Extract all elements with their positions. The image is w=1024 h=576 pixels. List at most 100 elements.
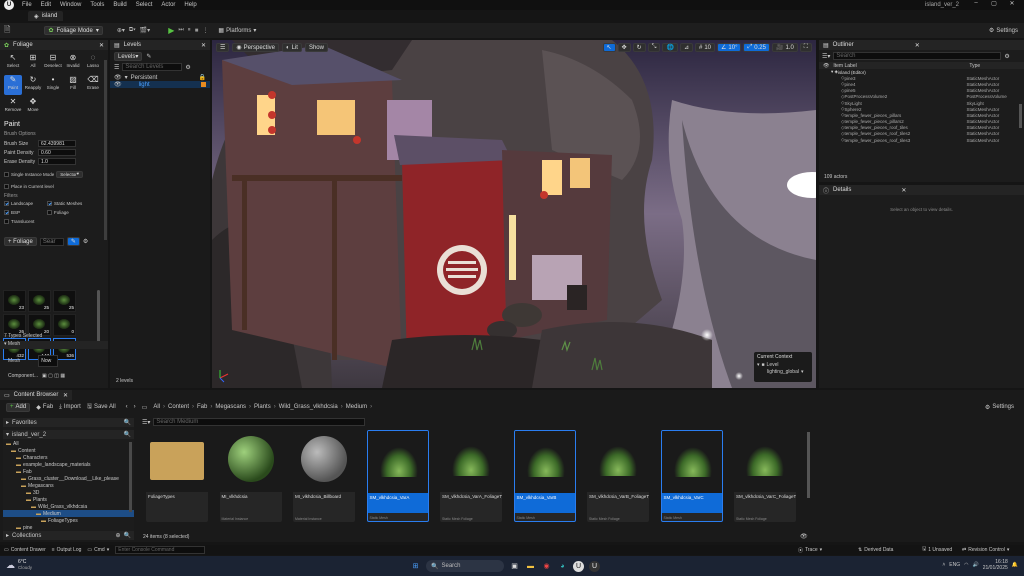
back-icon[interactable]: ‹: [126, 404, 128, 410]
foliage-type-tile[interactable]: 23: [3, 290, 26, 312]
maximize-viewport-icon[interactable]: ⛶: [799, 43, 812, 52]
grid-snap-button[interactable]: #10: [694, 43, 715, 52]
levels-settings-icon[interactable]: ⚙: [185, 64, 190, 71]
outliner-row[interactable]: ◇ temple_fewer_pieces_pillars2 StaticMesh…: [819, 119, 1024, 125]
edge-icon[interactable]: ◕: [557, 561, 568, 572]
outliner-row[interactable]: ◇ PostProcessVolume2 PostProcessVolume: [819, 94, 1024, 100]
asset-tile[interactable]: SM_vlkhdcsia_VarC Static Mesh: [660, 430, 723, 522]
folder-tree-item[interactable]: ▬ FoliageTypes: [3, 517, 134, 524]
taskbar-search[interactable]: 🔍 Search: [426, 560, 504, 572]
asset-search-input[interactable]: Search Medium: [153, 418, 366, 426]
menu-tools[interactable]: Tools: [90, 2, 104, 8]
project-tab[interactable]: ◈ island: [28, 11, 64, 21]
outliner-scrollbar[interactable]: [1019, 104, 1022, 128]
breadcrumb-item[interactable]: Fab: [197, 404, 207, 410]
tool-single[interactable]: • Single: [44, 75, 62, 95]
angle-snap-button[interactable]: ∠ 10°: [717, 43, 742, 52]
folder-tree-item[interactable]: ▬ Megascans: [3, 482, 134, 489]
breadcrumb-item[interactable]: Megascans: [215, 404, 246, 410]
folder-tree-item[interactable]: ▬ Medium: [3, 510, 134, 517]
add-button[interactable]: + Add: [6, 402, 31, 412]
menu-help[interactable]: Help: [184, 2, 196, 8]
stop-button[interactable]: ■: [195, 28, 199, 34]
favorites-search-icon[interactable]: 🔍: [124, 419, 131, 426]
foliage-tab[interactable]: ✿ Foliage ✕: [0, 40, 108, 50]
task-view-icon[interactable]: ▣: [509, 561, 520, 572]
browse-folder-icon[interactable]: ▭: [142, 404, 148, 411]
collections-header[interactable]: ▸ Collections ⊕ 🔍: [3, 531, 134, 540]
project-header[interactable]: ▾ island_ver_2 🔍: [3, 430, 134, 439]
save-icon[interactable]: 🗎: [4, 24, 10, 38]
breadcrumb-separator-icon[interactable]: ›: [192, 404, 194, 410]
output-log-button[interactable]: ≡ Output Log: [52, 547, 82, 553]
asset-filter-icon[interactable]: ☰▾: [142, 419, 150, 426]
levels-tab[interactable]: ▤ Levels ✕: [110, 40, 210, 50]
breadcrumb-item[interactable]: Medium: [346, 404, 367, 410]
close-cb-icon[interactable]: ✕: [63, 392, 68, 399]
folder-tree-item[interactable]: ▬ Grass_cluster__Download__Like_please: [3, 475, 134, 482]
outliner-filter-icon[interactable]: ☰▾: [822, 53, 830, 60]
collections-search-icon[interactable]: 🔍: [124, 532, 131, 539]
erase-density-field[interactable]: 1.0: [38, 158, 76, 165]
add-actor-icon[interactable]: ⊕▾: [117, 27, 125, 34]
select-mode-icon[interactable]: ↖: [602, 43, 616, 52]
close-details-icon[interactable]: ✕: [901, 187, 906, 194]
outliner-row[interactable]: ◇ pine4 StaticMeshActor: [819, 81, 1024, 87]
chevron-up-icon[interactable]: ˄: [942, 562, 945, 568]
level-row-persistent[interactable]: 👁 ▾ Persistent 🔒: [110, 74, 210, 82]
tool-reapply[interactable]: ↻ Reapply: [24, 75, 42, 95]
outliner-row[interactable]: ◇ temple_fewer_pieces_roof_tiles StaticMe…: [819, 125, 1024, 131]
scale-icon[interactable]: ⤡: [647, 43, 661, 52]
details-tab[interactable]: ⓘ Details ✕: [819, 185, 1024, 195]
breadcrumb-separator-icon[interactable]: ›: [274, 404, 276, 410]
camera-speed-button[interactable]: 🎥 1.0: [771, 43, 798, 52]
unreal-logo-icon[interactable]: U: [4, 0, 14, 10]
content-drawer-button[interactable]: ▭ Content Drawer: [4, 547, 46, 553]
instance-selector[interactable]: Selector ▾: [56, 170, 84, 178]
level-row-light[interactable]: 👁 light: [110, 81, 210, 88]
notification-icon[interactable]: 🔔: [1012, 562, 1018, 568]
volume-icon[interactable]: 🔊: [973, 562, 979, 568]
asset-tile[interactable]: SM_vlkhdcsia_VarC_FoliageTypeStatic Mesh…: [734, 430, 796, 522]
viewport[interactable]: ☰ ◉ Perspective ◐ Lit Show ↖ ✥ ↻ ⤡ 🌐 ⊿ #10…: [212, 40, 816, 388]
breadcrumb-separator-icon[interactable]: ›: [210, 404, 212, 410]
lit-button[interactable]: ◐ Lit: [282, 43, 302, 52]
visibility-eye-icon[interactable]: 👁: [114, 81, 122, 88]
file-explorer-icon[interactable]: ▬: [525, 561, 536, 572]
tool-select[interactable]: ↖ Select: [4, 53, 22, 73]
levels-search-input[interactable]: Search Levels: [122, 63, 183, 71]
rotate-icon[interactable]: ↻: [632, 43, 646, 52]
single-instance-checkbox[interactable]: [4, 171, 9, 177]
folder-tree-item[interactable]: ▬ Content: [3, 447, 134, 454]
close-levels-tab-icon[interactable]: ✕: [201, 42, 206, 49]
menu-window[interactable]: Window: [60, 2, 81, 8]
breadcrumb-item[interactable]: Wild_Grass_vlkhdcsia: [279, 404, 338, 410]
edit-levels-icon[interactable]: ✎: [146, 53, 151, 60]
weather-widget[interactable]: ☁ 6°C Cloudy: [6, 559, 32, 571]
level-context-dropdown[interactable]: lighting_global ▾: [757, 369, 809, 375]
breadcrumb-separator-icon[interactable]: ›: [370, 404, 372, 410]
perspective-button[interactable]: ◉ Perspective: [232, 43, 279, 52]
paint-density-field[interactable]: 0.60: [38, 149, 76, 156]
outliner-search-input[interactable]: Search: [833, 52, 1002, 60]
asset-tile[interactable]: SM_vlkhdcsia_VarA_FoliageTypeStatic Mesh…: [440, 430, 502, 522]
unsaved-button[interactable]: 🖫 1 Unsaved: [922, 546, 952, 554]
chrome-icon[interactable]: ◉: [541, 561, 552, 572]
view-options-icon[interactable]: 👁: [800, 533, 808, 540]
foliage-grid-scrollbar[interactable]: [97, 290, 100, 342]
mode-selector[interactable]: ✿ Foliage Mode ▾: [44, 26, 103, 35]
revision-control-button[interactable]: ⇄ Revision Control ▾: [962, 547, 1009, 553]
levels-dropdown[interactable]: Levels ▾: [114, 52, 143, 61]
breadcrumb-separator-icon[interactable]: ›: [249, 404, 251, 410]
outliner-row[interactable]: ◇ pine3 StaticMeshActor: [819, 75, 1024, 81]
asset-tile[interactable]: SM_vlkhdcsia_VarB Static Mesh: [513, 430, 576, 522]
static-meshes-checkbox[interactable]: [47, 201, 52, 206]
maximize-icon[interactable]: ▢: [988, 0, 1000, 7]
foliage-type-tile[interactable]: 0: [53, 314, 76, 336]
wifi-icon[interactable]: ◠: [964, 562, 968, 568]
close-outliner-icon[interactable]: ✕: [915, 42, 920, 49]
folder-tree-item[interactable]: ▬ example_landscape_materials: [3, 461, 134, 468]
foliage-search-input[interactable]: Sear: [39, 237, 64, 246]
scale-snap-button[interactable]: ⤢ 0.25: [743, 43, 770, 52]
foliage-type-tile[interactable]: 25: [53, 290, 76, 312]
